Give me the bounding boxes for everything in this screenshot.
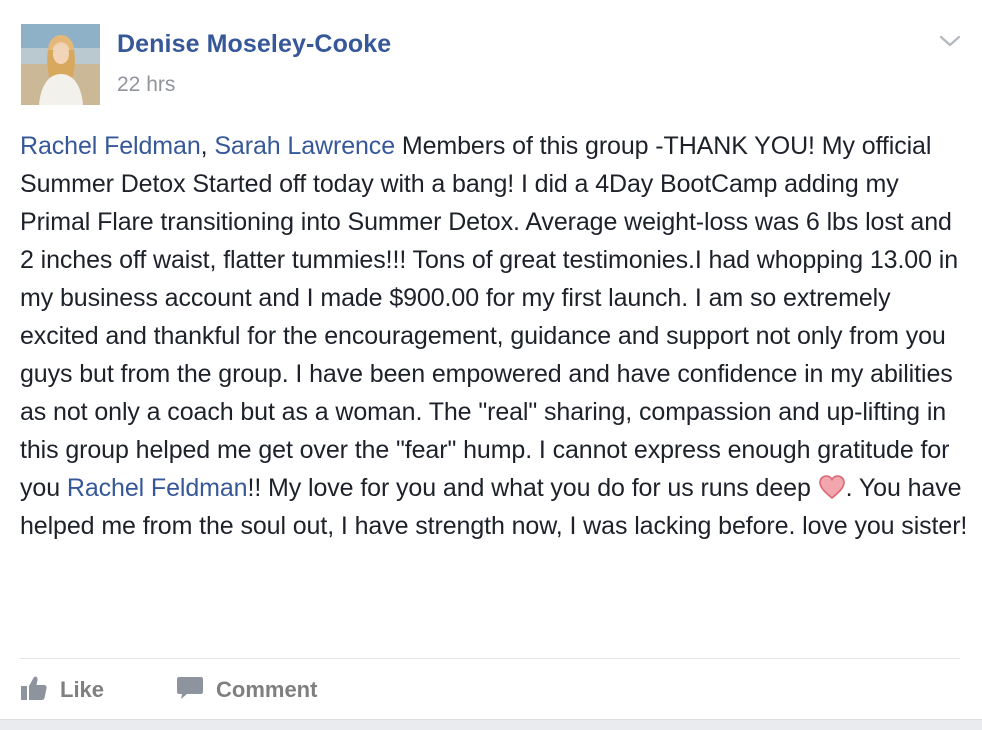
mention-link[interactable]: Rachel Feldman (67, 474, 248, 502)
chevron-down-icon[interactable] (937, 32, 963, 50)
divider (20, 658, 960, 659)
post-timestamp[interactable]: 22 hrs (117, 73, 175, 97)
author-name[interactable]: Denise Moseley-Cooke (117, 30, 391, 59)
post-body: Rachel Feldman, Sarah Lawrence Members o… (20, 127, 970, 545)
speech-bubble-icon (176, 675, 204, 706)
thumbs-up-icon (20, 675, 48, 706)
post-text-separator: , (200, 132, 215, 160)
heart-icon (818, 473, 846, 500)
mention-link[interactable]: Sarah Lawrence (214, 132, 395, 160)
like-label: Like (60, 677, 105, 702)
post-text: Members of this group -THANK YOU! My off… (20, 132, 959, 502)
like-button[interactable]: Like (20, 676, 104, 704)
feed-post: Denise Moseley-Cooke 22 hrs Rachel Feldm… (0, 0, 982, 730)
avatar-photo (21, 24, 100, 105)
post-text: !! My love for you and what you do for u… (247, 474, 818, 502)
comment-button[interactable]: Comment (176, 676, 317, 704)
mention-link[interactable]: Rachel Feldman (20, 132, 201, 160)
avatar[interactable] (21, 24, 100, 105)
comment-label: Comment (216, 677, 318, 702)
post-bottom-border (0, 719, 982, 730)
